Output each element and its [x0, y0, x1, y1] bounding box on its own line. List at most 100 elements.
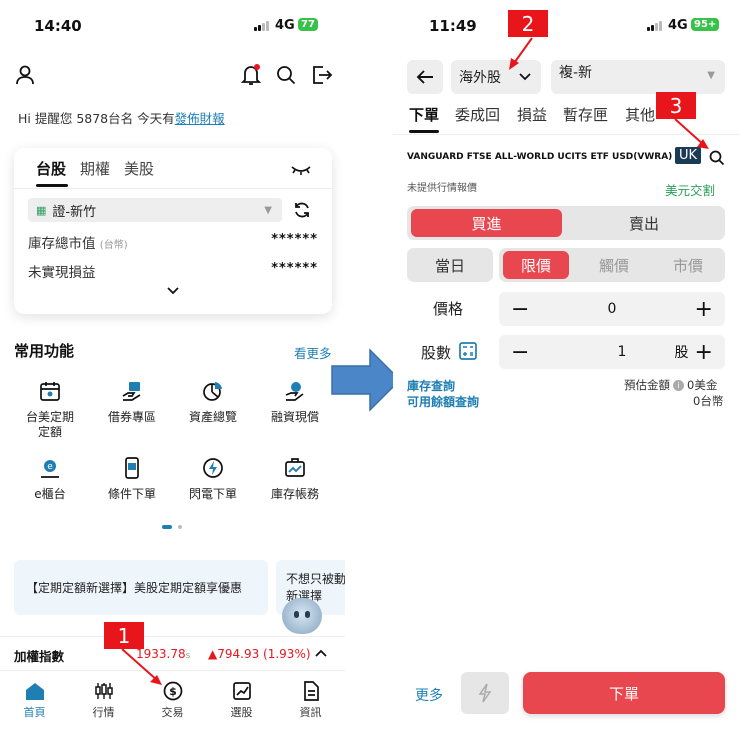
more-button[interactable]: 更多: [415, 685, 443, 705]
greeting-message: Hi 提醒您 5878台名 今天有: [18, 111, 175, 126]
unrealized-pl-label: 未實現損益: [28, 265, 96, 281]
fn-asset-overview[interactable]: 資產總覽: [173, 378, 253, 425]
quote-note: 未提供行情報價: [407, 183, 477, 194]
side-toggle: 買進 賣出: [407, 206, 725, 240]
market-price-option[interactable]: 市價: [655, 251, 721, 279]
flow-arrow-icon: [331, 348, 402, 412]
earnings-link[interactable]: 發佈財報: [175, 111, 225, 126]
market-value-amount: ******: [271, 232, 318, 247]
fn-flash-order[interactable]: 閃電下單: [173, 455, 253, 502]
signal-icon: [647, 20, 662, 31]
unrealized-pl-amount: ******: [271, 261, 318, 276]
tab-other[interactable]: 其他: [625, 104, 655, 125]
tab-indicator: [36, 184, 68, 187]
tab-us-stock[interactable]: 美股: [124, 158, 154, 179]
plus-icon[interactable]: +: [695, 297, 713, 322]
index-change: ▲794.93 (1.93%): [208, 647, 311, 661]
info-icon[interactable]: i: [673, 379, 684, 391]
promo-banner[interactable]: 【定期定額新選擇】美股定期定額享優惠: [14, 560, 268, 615]
left-phone-screen: 14:40 4G 77 Hi 提醒您 5878台名 今天有發佈財報 台股 期權 …: [0, 0, 345, 752]
tab-profit-loss[interactable]: 損益: [517, 104, 547, 125]
back-button[interactable]: [407, 60, 443, 94]
tab-indicator: [409, 130, 439, 133]
session-select[interactable]: 當日: [407, 248, 493, 282]
buy-button[interactable]: 買進: [411, 209, 562, 237]
bell-icon[interactable]: [240, 63, 262, 87]
balance-query-link[interactable]: 可用餘額查詢: [407, 393, 479, 410]
price-label: 價格: [433, 300, 464, 318]
settlement-label: 美元交割: [665, 183, 716, 198]
tab-home[interactable]: 首頁: [0, 681, 69, 752]
minus-icon[interactable]: −: [511, 297, 529, 322]
fn-margin-repay[interactable]: 融資現償: [255, 378, 335, 425]
estimate-label: 預估金額: [624, 378, 670, 392]
expand-chevron-icon[interactable]: [166, 286, 180, 296]
fn-label: 庫存帳務: [270, 487, 319, 501]
account-type-icon: ▦: [36, 203, 47, 217]
chevron-up-icon[interactable]: [314, 648, 328, 658]
tab-quotes[interactable]: 行情: [69, 681, 138, 752]
see-more-link[interactable]: 看更多: [294, 343, 332, 362]
tab-tw-stock[interactable]: 台股: [36, 158, 66, 179]
account-select[interactable]: 複-新 ▼: [551, 60, 725, 94]
stock-name[interactable]: VANGUARD FTSE ALL-WORLD UCITS ETF USD(VW…: [407, 152, 672, 162]
logout-icon[interactable]: [311, 65, 333, 85]
search-icon[interactable]: [276, 65, 296, 85]
inventory-query-link[interactable]: 庫存查詢: [407, 377, 455, 394]
fn-securities-lending[interactable]: 借券專區: [92, 378, 172, 425]
tab-news[interactable]: 資訊: [276, 681, 345, 752]
marker-3: 3: [656, 92, 696, 119]
greeting-text: Hi 提醒您 5878台名 今天有發佈財報: [18, 108, 225, 127]
fn-regular-investment[interactable]: 台美定期 定額: [10, 378, 90, 440]
index-bar[interactable]: 加權指數 1933.78s ▲794.93 (1.93%): [0, 636, 345, 670]
calculator-icon[interactable]: [459, 342, 477, 360]
tab-futures[interactable]: 期權: [80, 158, 110, 179]
fn-label: 借券專區: [107, 410, 156, 424]
battery-icon: 77: [298, 18, 318, 31]
marker-1: 1: [104, 622, 144, 649]
back-arrow-icon: [416, 70, 433, 84]
qty-stepper: − 1 股 +: [499, 335, 725, 369]
flash-order-button[interactable]: [461, 672, 509, 714]
fn-conditional-order[interactable]: 條件下單: [92, 455, 172, 502]
tab-label: 選股: [230, 706, 253, 719]
tab-order-status[interactable]: 委成回: [455, 104, 500, 125]
tab-trade[interactable]: $ 交易: [138, 681, 207, 752]
marker-2: 2: [508, 10, 548, 37]
status-time: 14:40: [34, 17, 82, 35]
tab-draft-box[interactable]: 暫存匣: [563, 104, 608, 125]
plus-icon[interactable]: +: [695, 340, 713, 365]
hide-eye-icon[interactable]: [290, 164, 312, 176]
qty-unit: 股: [674, 345, 689, 361]
robot-assistant-icon[interactable]: [282, 598, 322, 634]
minus-icon[interactable]: −: [511, 340, 529, 365]
stop-price-option[interactable]: 觸價: [581, 251, 647, 279]
refresh-icon[interactable]: [292, 200, 312, 220]
qty-value[interactable]: 1: [618, 344, 627, 360]
lending-icon: [122, 382, 141, 401]
account-select[interactable]: ▦ 證-新竹 ▼: [28, 198, 282, 222]
bottom-tab-bar: 首頁 行情 $ 交易 選股 資訊: [0, 670, 345, 752]
tab-label: 交易: [161, 706, 184, 719]
fn-label: 資產總覽: [188, 410, 237, 424]
tab-screener[interactable]: 選股: [207, 681, 276, 752]
phone-check-icon: [125, 457, 139, 479]
tab-label: 行情: [92, 706, 115, 719]
limit-price-option[interactable]: 限價: [503, 251, 569, 279]
sell-button[interactable]: 賣出: [567, 209, 721, 237]
briefcase-chart-icon: [285, 458, 305, 477]
price-type-toggle: 限價 觸價 市價: [499, 248, 725, 282]
lightning-icon: [203, 458, 223, 478]
estimate-twd: 0台幣: [693, 394, 724, 408]
fn-e-counter[interactable]: e e櫃台: [10, 455, 90, 502]
user-icon[interactable]: [14, 64, 36, 86]
tab-place-order[interactable]: 下單: [409, 104, 439, 125]
price-value[interactable]: 0: [608, 301, 617, 317]
search-icon[interactable]: [709, 150, 725, 166]
network-label: 4G: [275, 18, 295, 33]
marker-2-arrow-icon: [509, 37, 533, 70]
submit-order-button[interactable]: 下單: [523, 672, 725, 714]
marker-1-arrow-icon: [121, 648, 162, 685]
fn-inventory-account[interactable]: 庫存帳務: [255, 455, 335, 502]
fn-label: 台美定期 定額: [25, 410, 74, 439]
